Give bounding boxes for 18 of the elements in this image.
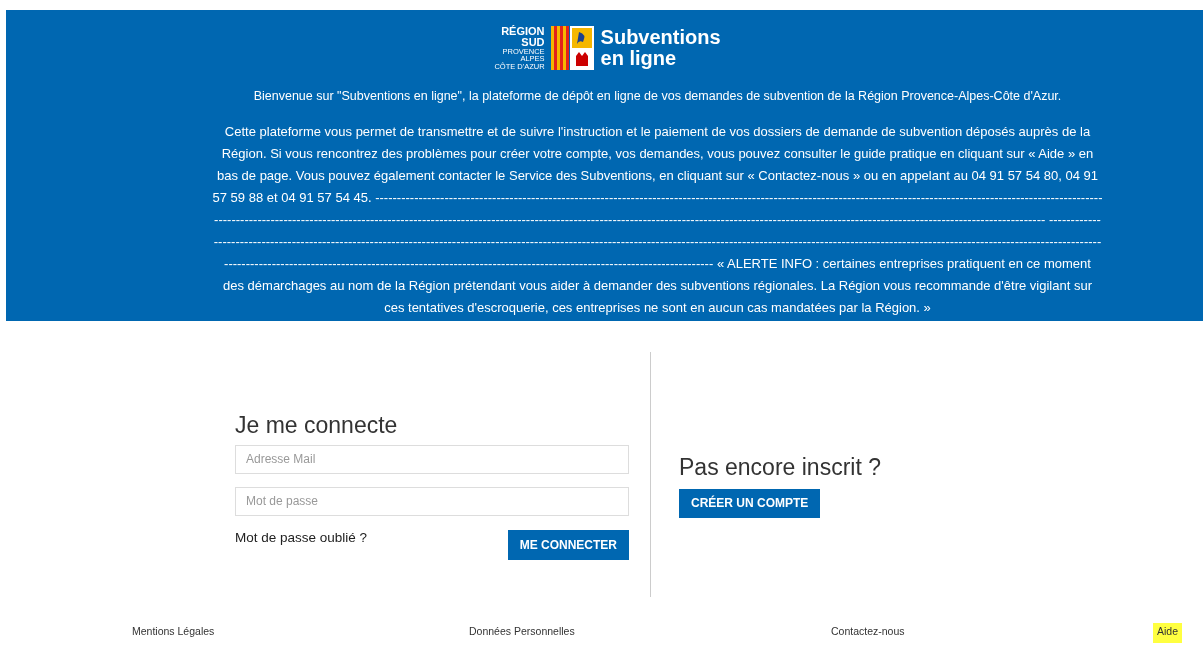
footer-link[interactable]: Contactez-nous — [827, 623, 909, 643]
welcome-text: Bienvenue sur "Subventions en ligne", la plateforme de dépôt en ligne de vos demandes de subvention de la Région Provence-Alpes-Côte d'Azur. — [252, 88, 1063, 105]
footer-link[interactable]: Mentions Légales — [128, 623, 219, 643]
shield-icon — [550, 24, 595, 72]
email-field[interactable]: Adresse Mail — [235, 444, 629, 474]
login-title: Je me connecte — [235, 412, 399, 440]
site-title: Subventions — [600, 27, 721, 48]
footer-link[interactable]: Données Personnelles — [465, 623, 579, 643]
site-title: en ligne — [600, 48, 678, 69]
create-account-button[interactable]: CRÉER UN COMPTE — [679, 488, 821, 518]
login-button[interactable]: ME CONNECTER — [507, 529, 629, 560]
signup-title: Pas encore inscrit ? — [679, 454, 882, 482]
logo-text: RÉGION — [501, 25, 545, 37]
forgot-password-link[interactable]: Mot de passe oublié ? — [235, 529, 368, 545]
logo-text: SUD — [521, 36, 545, 48]
password-field[interactable]: Mot de passe — [235, 486, 629, 516]
info-text: Cette plateforme vous permet de transmettre et de suivre l'instruction et le paiement de vos dossiers de demande de subvention déposés auprès de la Région. Si vous rencontrez des problèmes pour créer votre compte, vos demandes, vous pouvez consulter le guide pratique en cliquant sur « Aide » en bas de page. Vous pouvez également contacter le Service des Subventions, en cliquant sur « Contactez-nous » ou en appelant au 04 91 57 54 80, 04 91 57 59 88 et 04 91 57 54 45. ------------------------------------------------------------------------------------------------------------------------------------------------------------------------------------------------------------------------------------------------------------------------------------------------------------------------------------------------------------------------ ------------------------------------------------------------------------------------------------------------------------------------------------------------------------------------------------------------------------------------------------------------------------------------------------------------------------------------------ « ALERTE INFO : certaines entreprises pratiquent en ce moment des démarchages au nom de la Région prétendant vous aider à demander des subventions régionales. La Région vous recommande d'être vigilant sur ces tentatives d'escroquerie, ces entreprises ne sont en aucun cas mandatées par la Région. » — [212, 123, 1103, 317]
footer-link[interactable]: Aide — [1153, 623, 1182, 643]
